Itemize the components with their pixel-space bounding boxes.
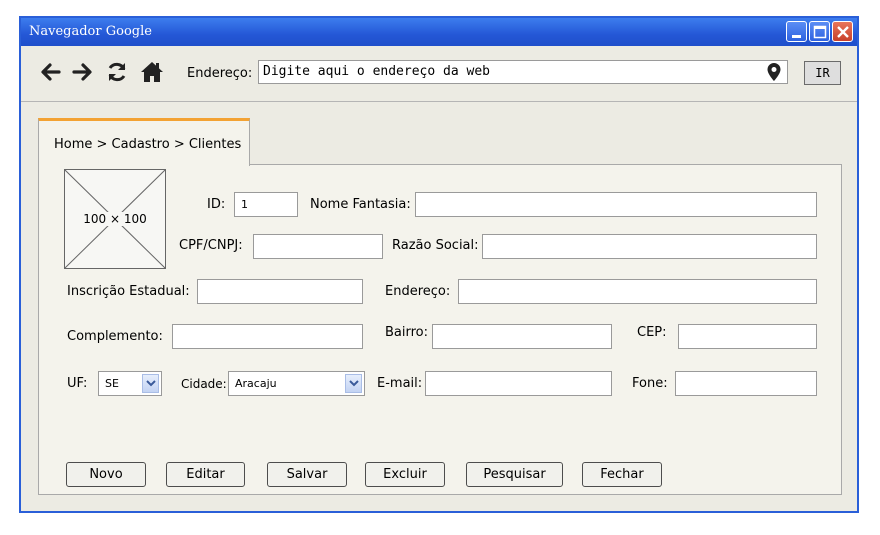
cidade-select[interactable]: Aracaju (228, 371, 365, 396)
breadcrumb: Home > Cadastro > Clientes (54, 137, 242, 152)
salvar-button[interactable]: Salvar (267, 462, 347, 487)
map-pin-icon (767, 63, 781, 81)
go-button[interactable]: IR (804, 61, 841, 85)
address-bar[interactable] (258, 60, 788, 84)
email-label: E-mail: (377, 376, 423, 391)
uf-dropdown-button[interactable] (142, 374, 159, 393)
excluir-button[interactable]: Excluir (365, 462, 445, 487)
id-input[interactable] (235, 193, 297, 216)
inscricao-estadual-label: Inscrição Estadual: (67, 284, 190, 299)
nome-fantasia-input[interactable] (416, 193, 816, 216)
address-label: Endereço: (187, 66, 253, 81)
close-icon (837, 26, 849, 38)
id-field[interactable] (234, 192, 298, 217)
browser-toolbar: Endereço: IR (21, 46, 857, 102)
cep-input[interactable] (679, 325, 816, 348)
endereco-field[interactable] (458, 279, 817, 304)
email-field[interactable] (425, 371, 612, 396)
fechar-button[interactable]: Fechar (582, 462, 662, 487)
bairro-input[interactable] (433, 325, 611, 348)
window-title: Navegador Google (29, 24, 152, 39)
address-input[interactable] (263, 64, 753, 79)
toolbar-divider (21, 101, 857, 102)
maximize-icon (813, 25, 827, 39)
inscricao-estadual-input[interactable] (198, 280, 362, 303)
id-label: ID: (207, 197, 226, 212)
endereco-input[interactable] (459, 280, 816, 303)
complemento-field[interactable] (172, 324, 363, 349)
nome-fantasia-label: Nome Fantasia: (310, 197, 411, 212)
fone-field[interactable] (675, 371, 817, 396)
arrow-left-icon[interactable] (38, 60, 62, 84)
cpf-cnpj-input[interactable] (254, 235, 382, 258)
uf-label: UF: (67, 376, 88, 391)
minimize-button[interactable] (786, 21, 807, 42)
cidade-dropdown-button[interactable] (345, 374, 362, 393)
image-placeholder: 100 × 100 (64, 169, 166, 269)
home-icon[interactable] (140, 60, 164, 84)
cidade-selected-value: Aracaju (235, 377, 277, 390)
novo-button[interactable]: Novo (66, 462, 146, 487)
endereco-label: Endereço: (385, 284, 451, 299)
chevron-down-icon (349, 380, 359, 387)
cep-label: CEP: (637, 325, 667, 340)
cep-field[interactable] (678, 324, 817, 349)
fone-label: Fone: (632, 376, 668, 391)
nome-fantasia-field[interactable] (415, 192, 817, 217)
uf-select[interactable]: SE (98, 371, 162, 396)
arrow-right-icon[interactable] (71, 60, 95, 84)
editar-button[interactable]: Editar (166, 462, 245, 487)
razao-social-input[interactable] (483, 235, 816, 258)
inscricao-estadual-field[interactable] (197, 279, 363, 304)
refresh-icon[interactable] (105, 60, 129, 84)
cpf-cnpj-field[interactable] (253, 234, 383, 259)
bairro-field[interactable] (432, 324, 612, 349)
pesquisar-button[interactable]: Pesquisar (466, 462, 563, 487)
minimize-icon (792, 35, 801, 38)
title-bar[interactable]: Navegador Google (21, 18, 857, 46)
chevron-down-icon (146, 380, 156, 387)
maximize-button[interactable] (809, 21, 830, 42)
form-panel: 100 × 100 ID: Nome Fantasia: CPF/CNPJ: R… (38, 164, 842, 495)
tab-clientes[interactable]: Home > Cadastro > Clientes (38, 118, 250, 166)
cpf-cnpj-label: CPF/CNPJ: (179, 238, 243, 253)
fone-input[interactable] (676, 372, 816, 395)
complemento-input[interactable] (173, 325, 362, 348)
bairro-label: Bairro: (385, 325, 429, 340)
browser-window: Navegador Google Endereço: Digite aqui o… (19, 16, 859, 513)
close-button[interactable] (832, 21, 853, 42)
image-placeholder-label: 100 × 100 (81, 212, 149, 226)
cidade-label: Cidade: (181, 377, 227, 391)
email-input[interactable] (426, 372, 611, 395)
uf-selected-value: SE (105, 377, 119, 390)
complemento-label: Complemento: (67, 329, 163, 344)
razao-social-field[interactable] (482, 234, 817, 259)
razao-social-label: Razão Social: (392, 238, 479, 253)
